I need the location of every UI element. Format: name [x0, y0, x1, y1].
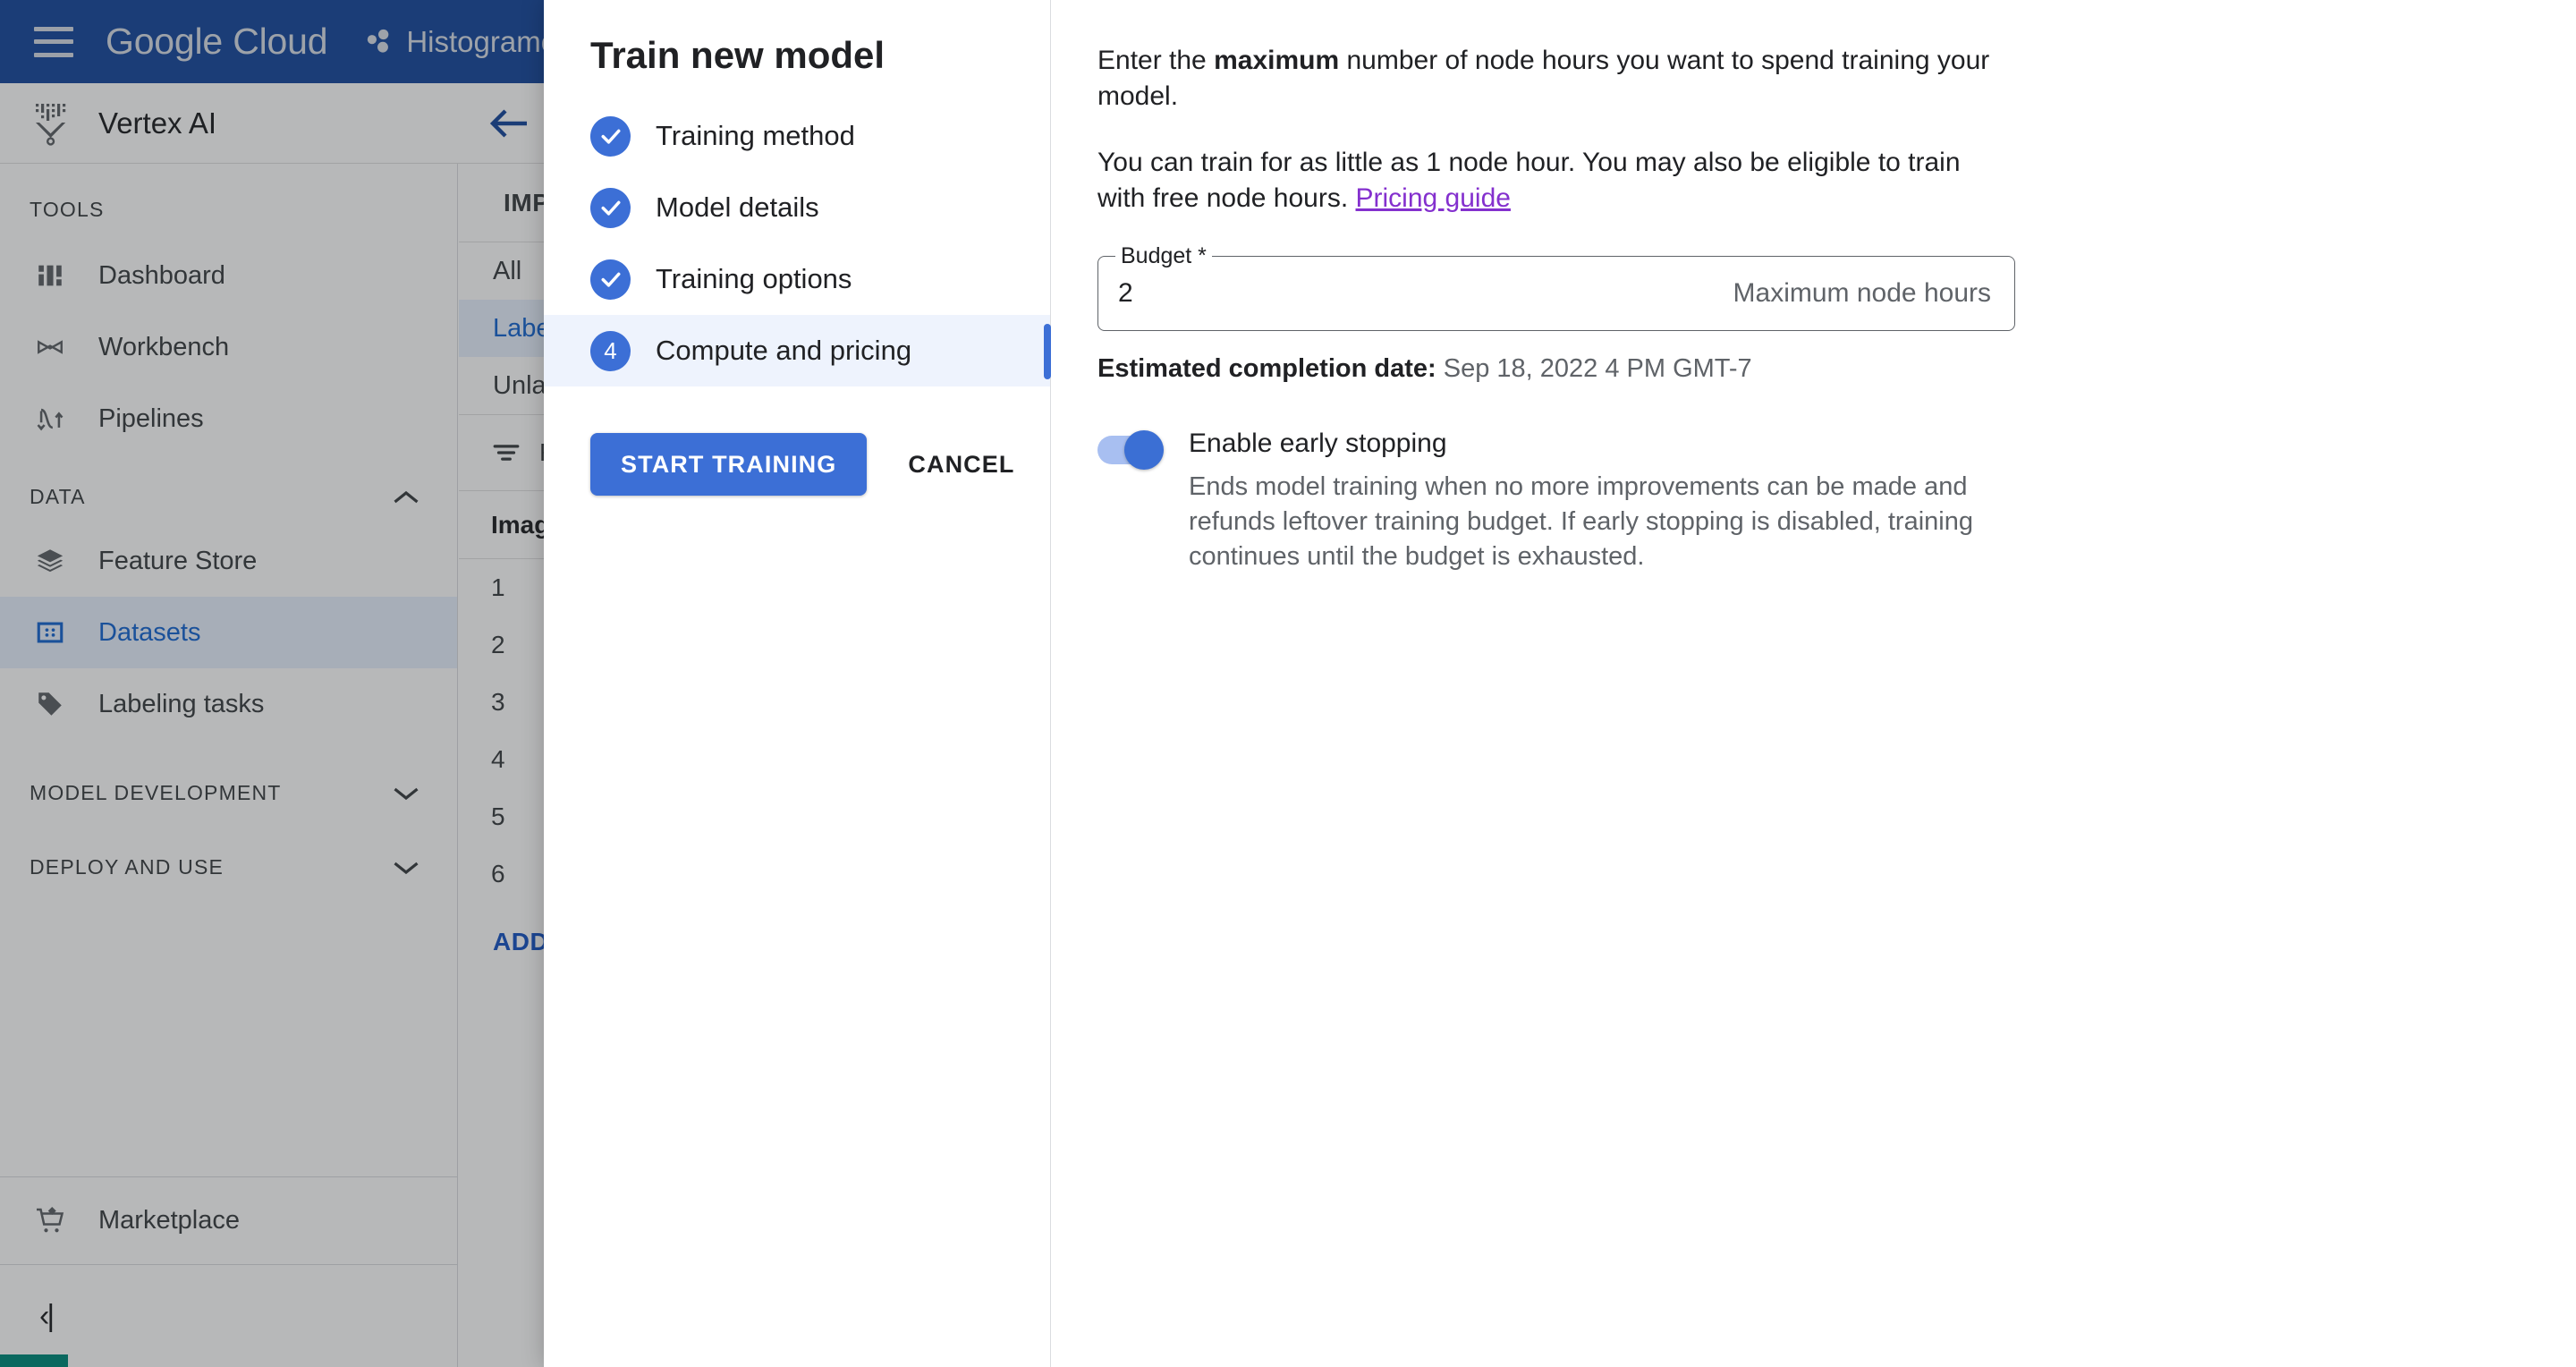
sidebar-item-label: Pipelines [98, 403, 204, 433]
sidebar: TOOLS Dashboard Workbench Pipelines DATA… [0, 164, 458, 1367]
detail-paragraph: You can train for as little as 1 node ho… [1097, 145, 2010, 217]
collapse-panel-icon[interactable]: ‹| [0, 1264, 457, 1367]
budget-field[interactable]: Budget * Maximum node hours [1097, 243, 2015, 331]
early-stopping-description: Ends model training when no more improve… [1189, 472, 1973, 571]
chevron-down-icon [394, 862, 419, 874]
decorative-teal-strip [0, 1354, 68, 1367]
wizard-step-label: Compute and pricing [656, 335, 912, 366]
sidebar-section-label: MODEL DEVELOPMENT [30, 781, 282, 804]
collapse-glyph: ‹| [39, 1298, 55, 1333]
sidebar-footer: Marketplace [0, 1176, 457, 1263]
layers-icon [32, 543, 68, 579]
budget-field-label: Budget * [1115, 243, 1212, 269]
wizard-step-label: Model details [656, 191, 819, 223]
start-training-button[interactable]: START TRAINING [590, 433, 868, 496]
dashboard-icon [32, 258, 68, 293]
cancel-button[interactable]: CANCEL [881, 433, 1041, 496]
intro-prefix: Enter the [1097, 46, 1215, 75]
pipelines-icon [32, 401, 68, 437]
early-stopping-section: Enable early stopping Ends model trainin… [1097, 425, 2019, 574]
sidebar-item-label: Labeling tasks [98, 689, 265, 718]
filter-icon [493, 445, 520, 461]
active-step-indicator [1044, 324, 1051, 379]
compute-and-pricing-panel: Enter the maximum number of node hours y… [1051, 0, 2576, 1367]
toggle-knob [1124, 430, 1164, 470]
google-cloud-logo[interactable]: Google Cloud [106, 21, 328, 63]
check-icon [590, 187, 631, 228]
estimate-value: Sep 18, 2022 4 PM GMT-7 [1436, 354, 1752, 383]
sidebar-section-deploy-and-use[interactable]: DEPLOY AND USE [0, 821, 457, 896]
sidebar-item-label: Marketplace [98, 1205, 240, 1235]
tag-icon [32, 686, 68, 722]
budget-field-suffix: Maximum node hours [1733, 278, 1991, 308]
early-stopping-texts: Enable early stopping Ends model trainin… [1189, 425, 2019, 574]
hamburger-menu-icon[interactable] [34, 26, 73, 57]
check-icon [590, 259, 631, 300]
sidebar-section-tools: TOOLS [30, 198, 105, 221]
wizard-step-training-method[interactable]: Training method [544, 100, 1050, 172]
wizard-step-label: Training options [656, 263, 852, 294]
datasets-icon [32, 615, 68, 650]
step-number-badge: 4 [590, 330, 631, 371]
wizard-stepper: Train new model Training method Model de… [544, 0, 1051, 1367]
sidebar-item-label: Feature Store [98, 546, 258, 575]
workbench-icon [32, 329, 68, 365]
project-name: Histogramo [406, 24, 558, 58]
wizard-step-training-options[interactable]: Training options [544, 243, 1050, 315]
sidebar-item-pipelines[interactable]: Pipelines [0, 383, 457, 454]
sidebar-section-label: DATA [30, 485, 86, 508]
project-selector[interactable]: Histogramo [363, 25, 557, 59]
estimated-completion-date: Estimated completion date: Sep 18, 2022 … [1097, 354, 2576, 384]
sidebar-item-marketplace[interactable]: Marketplace [0, 1177, 457, 1263]
wizard-step-label: Training method [656, 120, 855, 151]
intro-paragraph: Enter the maximum number of node hours y… [1097, 43, 2010, 115]
early-stopping-label: Enable early stopping [1189, 429, 1447, 458]
sidebar-item-label: Dashboard [98, 260, 225, 290]
wizard-step-model-details[interactable]: Model details [544, 172, 1050, 243]
sidebar-item-datasets[interactable]: Datasets [0, 597, 457, 668]
sidebar-section-label: DEPLOY AND USE [30, 855, 225, 879]
budget-field-box[interactable]: Maximum node hours [1097, 256, 2015, 331]
sidebar-section-data[interactable]: DATA [0, 454, 457, 525]
page-title: Vertex AI [98, 106, 217, 140]
back-arrow-icon[interactable] [487, 106, 530, 141]
vertex-ai-icon [36, 103, 66, 146]
sidebar-item-labeling-tasks[interactable]: Labeling tasks [0, 668, 457, 740]
check-icon [590, 115, 631, 157]
app-root: Google Cloud Histogramo Vertex AI TOOLS … [0, 0, 2576, 1367]
intro-bold-word: maximum [1214, 46, 1340, 75]
budget-input[interactable] [1118, 278, 1733, 309]
sidebar-item-dashboard[interactable]: Dashboard [0, 240, 457, 311]
sidebar-item-feature-store[interactable]: Feature Store [0, 525, 457, 597]
sidebar-item-label: Datasets [98, 617, 201, 647]
sidebar-section-model-development[interactable]: MODEL DEVELOPMENT [0, 740, 457, 821]
chevron-down-icon [394, 787, 419, 800]
wizard-step-compute-and-pricing[interactable]: 4 Compute and pricing [544, 315, 1051, 386]
early-stopping-toggle[interactable] [1097, 430, 1164, 470]
detail-text: You can train for as little as 1 node ho… [1097, 148, 1961, 213]
dialog-title: Train new model [590, 34, 886, 76]
sidebar-item-label: Workbench [98, 332, 230, 361]
sidebar-item-workbench[interactable]: Workbench [0, 311, 457, 383]
chevron-up-icon [394, 490, 419, 503]
estimate-label: Estimated completion date: [1097, 354, 1436, 383]
dialog-actions: START TRAINING CANCEL [544, 386, 1050, 496]
project-dots-icon [368, 29, 389, 53]
marketplace-cart-icon [32, 1202, 68, 1238]
pricing-guide-link[interactable]: Pricing guide [1356, 183, 1511, 213]
train-new-model-dialog: Train new model Training method Model de… [544, 0, 2576, 1367]
